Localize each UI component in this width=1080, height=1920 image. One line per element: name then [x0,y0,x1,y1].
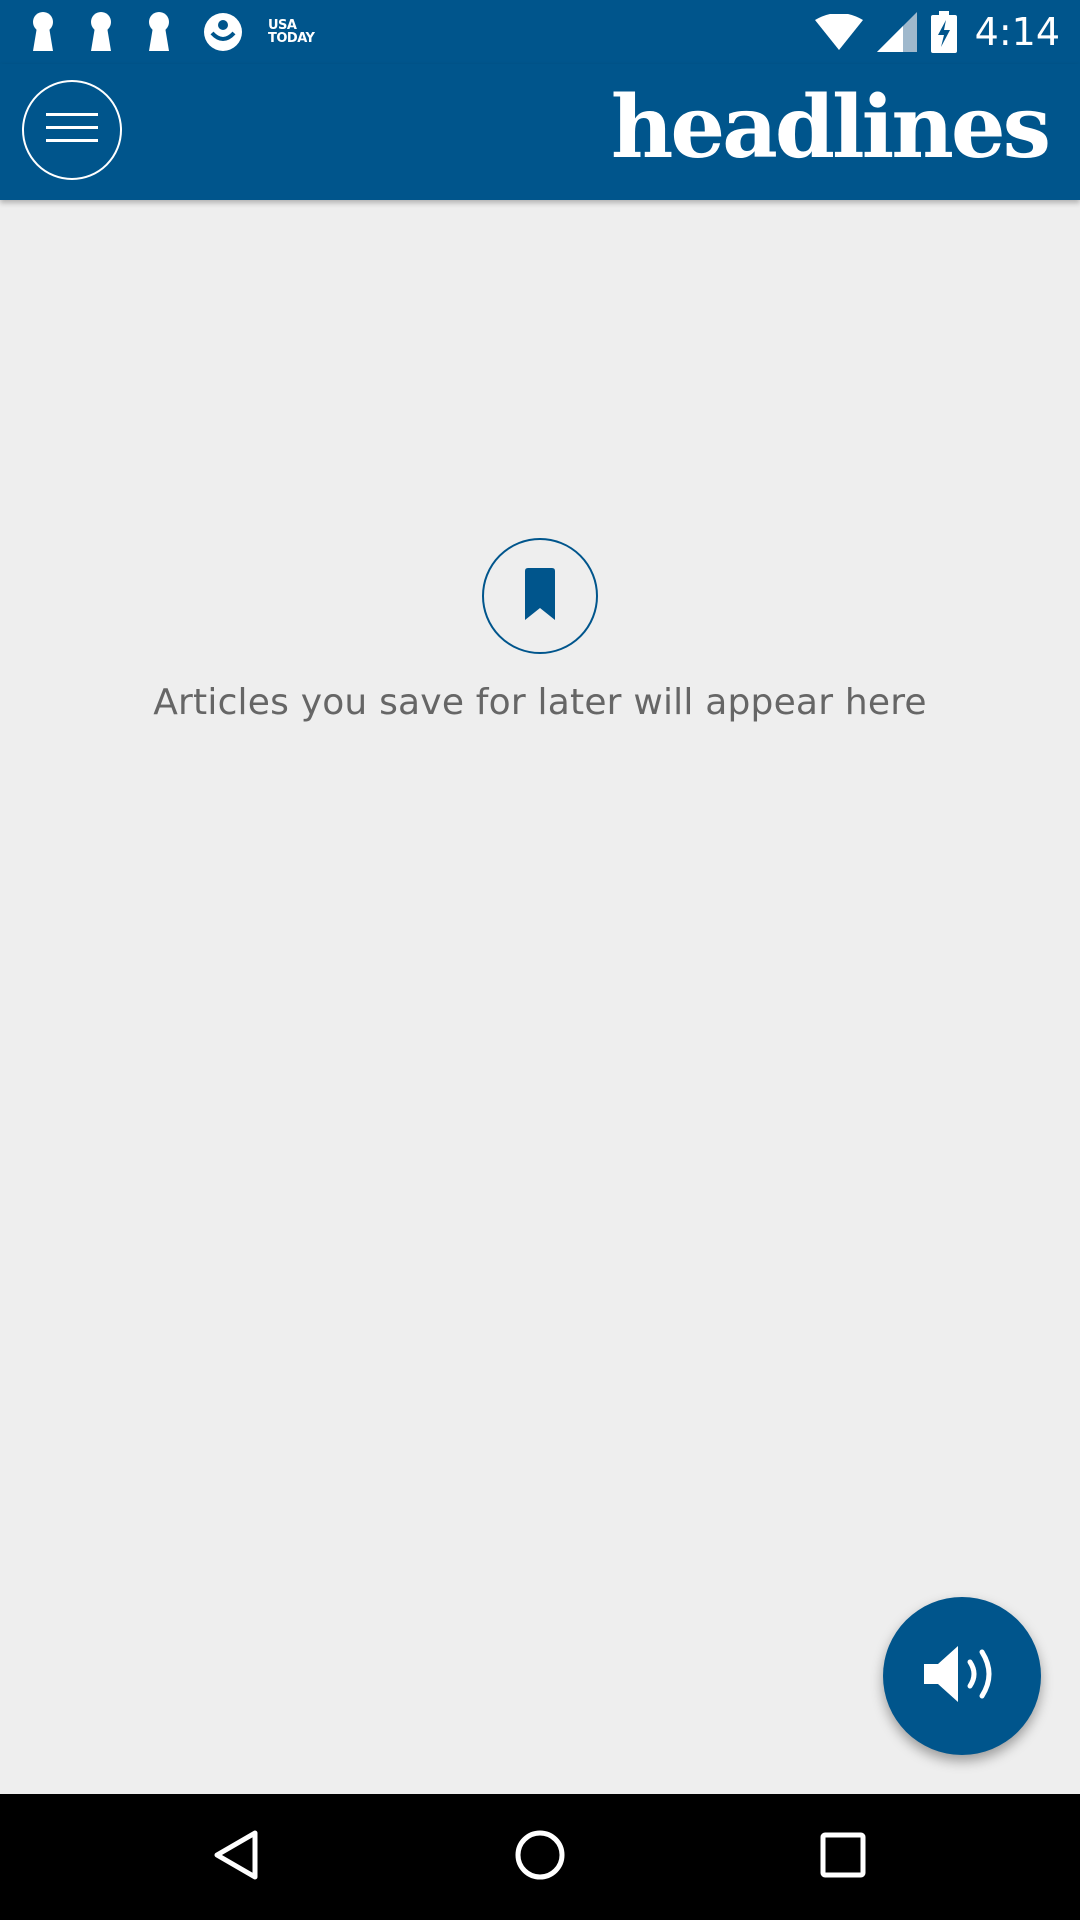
app-title: headlines [610,77,1051,178]
menu-button[interactable] [22,80,122,180]
keyhole-icon [28,11,58,53]
clock: 4:14 [974,10,1060,54]
recents-icon [820,1832,866,1882]
notification-icons: USA TODAY [28,8,315,56]
cell-signal-icon [876,12,917,52]
system-icons: 4:14 [801,8,1060,56]
app-bar: headlines [0,64,1080,200]
hamburger-menu-icon [46,111,98,149]
recents-button[interactable] [803,1817,883,1897]
usa-today-line2: TODAY [268,31,315,46]
bookmark-circle [482,538,598,654]
speaker-icon [922,1642,1002,1710]
back-button[interactable] [196,1817,276,1897]
status-bar: USA TODAY 4:14 [0,0,1080,64]
screen: USA TODAY 4:14 headlines Articles you sa… [0,0,1080,1920]
keyhole-icon [144,11,174,53]
wifi-icon [814,14,863,50]
empty-state: Articles you save for later will appear … [0,538,1080,723]
keyhole-icon [86,11,116,53]
back-icon [213,1829,259,1885]
navigation-bar [0,1794,1080,1920]
home-icon [514,1829,566,1885]
bookmark-icon [525,568,555,624]
empty-state-message: Articles you save for later will appear … [153,682,927,723]
usa-today-app-icon [202,11,244,53]
battery-charging-icon [930,11,957,53]
listen-button[interactable] [883,1597,1041,1755]
home-button[interactable] [500,1817,580,1897]
usa-today-logo: USA TODAY [268,19,315,46]
